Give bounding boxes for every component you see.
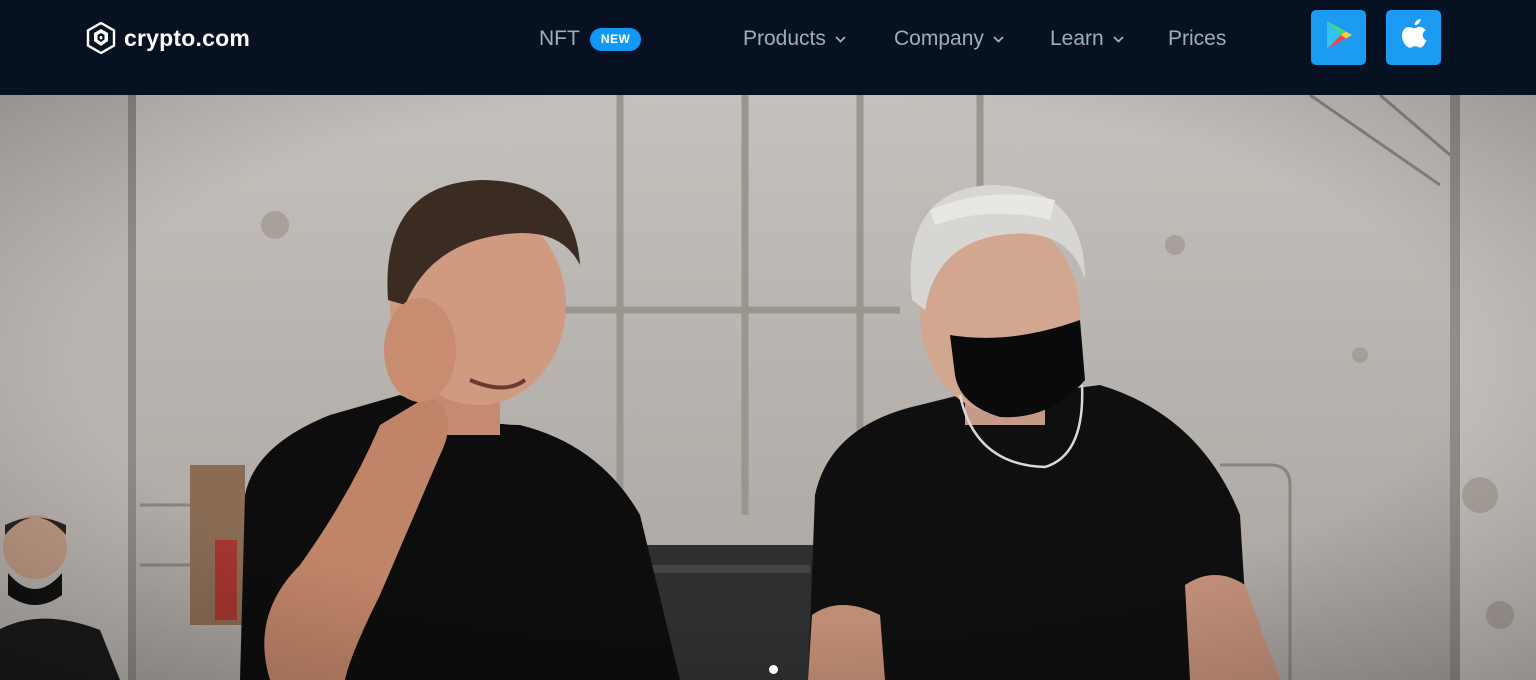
hero-photo <box>0 95 1536 680</box>
nav-item-learn[interactable]: Learn <box>1050 25 1124 53</box>
nav-item-prices[interactable]: Prices <box>1168 25 1226 53</box>
carousel-indicator-dot[interactable] <box>769 665 778 674</box>
apple-icon <box>1400 19 1428 56</box>
nav-prices-label: Prices <box>1168 27 1227 50</box>
logo-wordmark: crypto.com <box>124 24 250 51</box>
app-store-button[interactable] <box>1386 10 1441 65</box>
google-play-button[interactable] <box>1311 10 1366 65</box>
nav-learn-label: Learn <box>1050 27 1104 50</box>
nav-nft-label: NFT <box>539 27 580 50</box>
new-badge: NEW <box>589 27 642 51</box>
nav-products-label: Products <box>743 27 826 50</box>
crypto-lion-shield-icon <box>86 22 116 54</box>
chevron-down-icon <box>1113 30 1124 48</box>
chevron-down-icon <box>835 30 846 48</box>
nav-company-label: Company <box>894 27 984 50</box>
crypto-com-logo[interactable]: crypto.com <box>86 22 250 54</box>
hero-video-banner <box>0 95 1536 680</box>
nav-item-company[interactable]: Company <box>894 25 1004 53</box>
nav-item-nft[interactable]: NFT NEW <box>539 25 642 53</box>
nav-item-products[interactable]: Products <box>743 25 846 53</box>
chevron-down-icon <box>993 30 1004 48</box>
top-navigation-bar: crypto.com NFT NEW Products Company Lear… <box>0 0 1536 95</box>
google-play-icon <box>1324 19 1354 56</box>
